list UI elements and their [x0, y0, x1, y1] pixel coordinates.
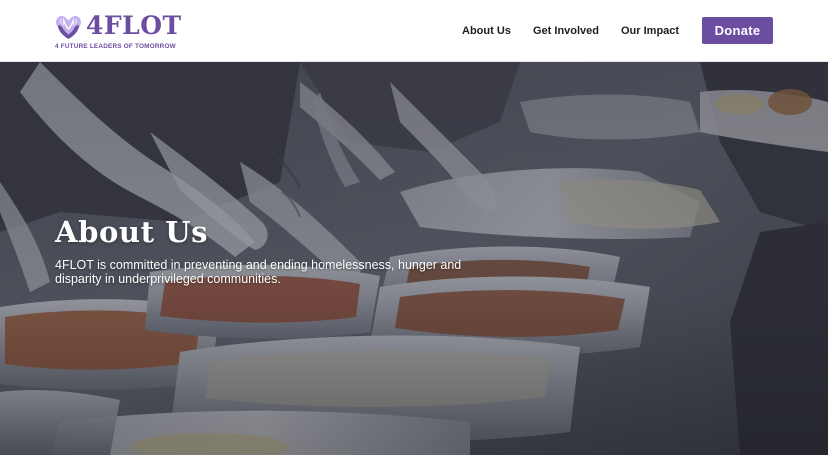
nav-our-impact[interactable]: Our Impact	[621, 24, 679, 38]
hands-heart-icon	[56, 16, 81, 39]
page-title: About Us	[55, 215, 209, 249]
site-header: 4FLOT 4 FUTURE LEADERS OF TOMORROW About…	[0, 0, 828, 62]
logo-wordmark: 4FLOT	[86, 11, 182, 40]
nav-about-us[interactable]: About Us	[462, 24, 511, 38]
hero-section: About Us 4FLOT is committed in preventin…	[0, 62, 828, 455]
hero-description: 4FLOT is committed in preventing and end…	[55, 258, 462, 286]
donate-button[interactable]: Donate	[702, 17, 773, 44]
nav-get-involved[interactable]: Get Involved	[533, 24, 599, 38]
site-logo[interactable]: 4FLOT 4 FUTURE LEADERS OF TOMORROW	[55, 11, 185, 54]
logo-tagline: 4 FUTURE LEADERS OF TOMORROW	[55, 43, 176, 50]
